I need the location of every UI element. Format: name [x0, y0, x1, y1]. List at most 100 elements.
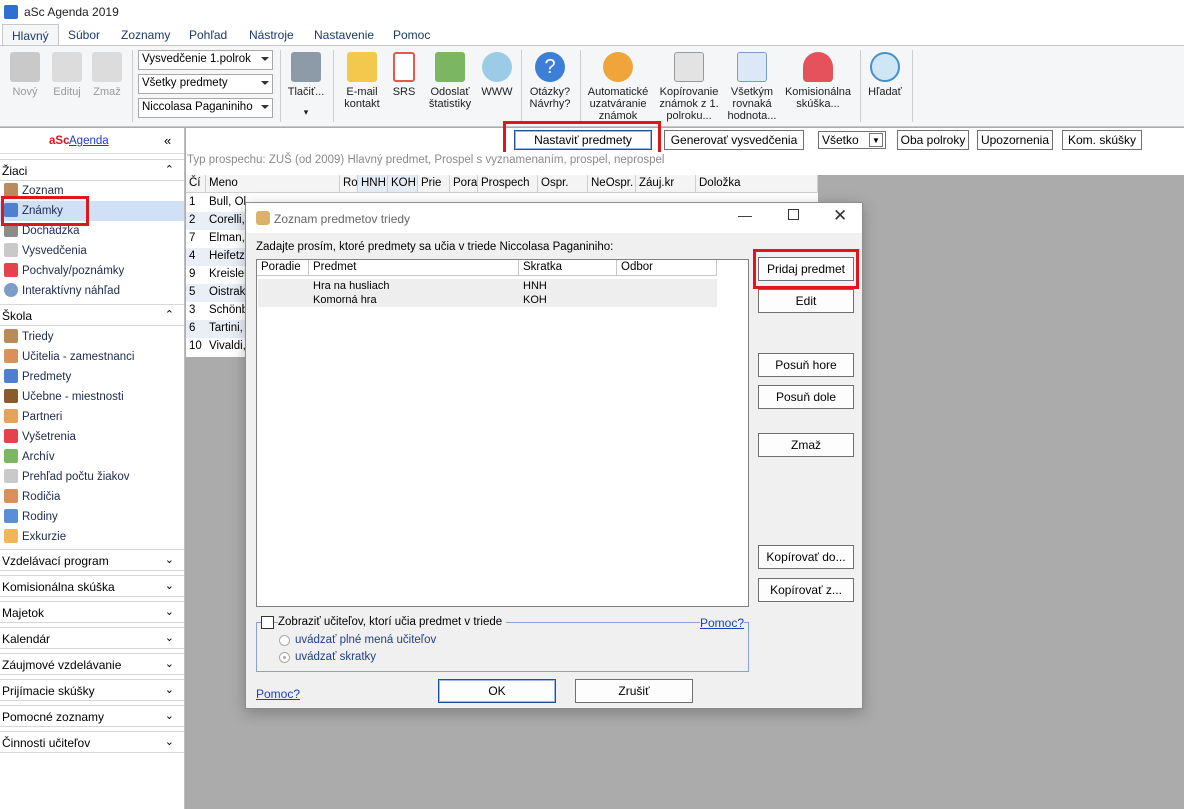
show-teachers-checkbox[interactable] — [261, 616, 274, 629]
copy-grades-button[interactable]: Kopírovanie známok z 1. polroku... — [656, 52, 722, 124]
section-entrance-exams[interactable]: Prijímacie skúšky ⌄ — [0, 679, 184, 701]
sidebar-item-parents[interactable]: Rodičia — [4, 487, 60, 507]
ribbon: Nový Edituj Zmaž Vysvedčenie 1.polrok Vš… — [0, 45, 1184, 127]
report-period-select[interactable]: Vysvedčenie 1.polrok — [138, 50, 273, 70]
abbreviations-label: uvádzať skratky — [295, 651, 377, 663]
col-koh[interactable]: KOH — [388, 175, 418, 193]
delete-subject-button[interactable]: Zmaž — [758, 433, 854, 457]
menu-hlavny[interactable]: Hlavný — [2, 24, 59, 46]
sidebar-item-excursions[interactable]: Exkurzie — [4, 527, 66, 547]
col-clause[interactable]: Doložka — [696, 175, 818, 193]
all-equal-button[interactable]: Všetkým rovnaká hodnota... — [724, 52, 780, 124]
menu-pomoc[interactable]: Pomoc — [393, 28, 430, 42]
generate-reports-button[interactable]: Generovať vysvedčenia — [664, 130, 804, 150]
section-interest-education[interactable]: Záujmové vzdelávanie ⌄ — [0, 653, 184, 675]
section-students[interactable]: Žiaci ⌃ — [0, 159, 184, 181]
section-curriculum[interactable]: Vzdelávací program ⌄ — [0, 549, 184, 571]
commission-exam-button[interactable]: Komisionálna skúška... — [784, 52, 852, 110]
edit-subject-button[interactable]: Edit — [758, 289, 854, 313]
menu-nastroje[interactable]: Nástroje — [249, 28, 294, 42]
new-button[interactable]: Nový — [6, 52, 44, 98]
class-select[interactable]: Niccolasa Paganiniho — [138, 98, 273, 118]
warnings-button[interactable]: Upozornenia — [977, 130, 1053, 150]
col-interest[interactable]: Záuj.kr — [636, 175, 696, 193]
full-names-radio[interactable] — [279, 635, 290, 646]
section-property[interactable]: Majetok ⌄ — [0, 601, 184, 623]
sidebar-item-classes[interactable]: Triedy — [4, 327, 54, 347]
filter-select[interactable]: Všetko ▼ — [818, 131, 886, 149]
move-down-button[interactable]: Posuň dole — [758, 385, 854, 409]
col-abbreviation[interactable]: Skratka — [519, 260, 617, 276]
teachers-help-link[interactable]: Pomoc? — [700, 616, 745, 630]
col-hnh[interactable]: HNH — [358, 175, 388, 193]
col-department[interactable]: Odbor — [617, 260, 717, 276]
col-result[interactable]: Prospech — [478, 175, 538, 193]
col-excused[interactable]: Ospr. — [538, 175, 588, 193]
crying-face-icon — [603, 52, 633, 82]
menu-nastavenie[interactable]: Nastavenie — [314, 28, 374, 42]
col-name[interactable]: Meno — [206, 175, 340, 193]
section-teacher-activities[interactable]: Činnosti učiteľov ⌄ — [0, 731, 184, 753]
help-link[interactable]: Pomoc? — [256, 687, 300, 701]
menu-subor[interactable]: Súbor — [68, 28, 100, 42]
sidebar-item-teachers[interactable]: Učitelia - zamestnanci — [4, 347, 134, 367]
sidebar-item-praises[interactable]: Pochvaly/poznámky — [4, 261, 124, 281]
col-number[interactable]: Čí — [186, 175, 206, 193]
collapse-sidebar-icon[interactable]: « — [164, 133, 171, 148]
subjects-select[interactable]: Všetky predmety — [138, 74, 273, 94]
send-statistics-button[interactable]: Odoslať štatistiky — [426, 52, 474, 110]
list-item[interactable]: Hra na husliach HNH — [258, 279, 717, 293]
section-calendar[interactable]: Kalendár ⌄ — [0, 627, 184, 649]
minimize-icon[interactable]: — — [738, 207, 752, 223]
print-button[interactable]: Tlačiť... ▾ — [286, 52, 326, 118]
col-unexcused[interactable]: NeOspr. — [588, 175, 636, 193]
sidebar-item-rooms[interactable]: Učebne - miestnosti — [4, 387, 124, 407]
auto-close-button[interactable]: Automatické uzatváranie známok — [584, 52, 652, 124]
list-item[interactable]: Komorná hra KOH — [258, 293, 717, 307]
menu-pohlad[interactable]: Pohľad — [189, 28, 227, 42]
questions-button[interactable]: ? Otázky? Návrhy? — [526, 52, 574, 110]
www-button[interactable]: WWW — [480, 52, 514, 98]
col-order[interactable]: Pora — [450, 175, 478, 193]
delete-button[interactable]: Zmaž — [88, 52, 126, 98]
archive-icon — [4, 449, 18, 463]
sidebar-item-report-cards[interactable]: Vysvedčenia — [4, 241, 87, 261]
srs-button[interactable]: SRS — [388, 52, 420, 98]
family-icon — [4, 509, 18, 523]
col-order[interactable]: Poradie — [257, 260, 309, 276]
sidebar-item-student-count[interactable]: Prehľad počtu žiakov — [4, 467, 130, 487]
search-button[interactable]: Hľadať — [864, 52, 906, 98]
section-helper-lists[interactable]: Pomocné zoznamy ⌄ — [0, 705, 184, 727]
sidebar-item-families[interactable]: Rodiny — [4, 507, 58, 527]
copy-to-button[interactable]: Kopírovať do... — [758, 545, 854, 569]
close-icon[interactable]: ✕ — [833, 206, 847, 226]
copy-from-button[interactable]: Kopírovať z... — [758, 578, 854, 602]
sidebar-item-interactive-preview[interactable]: Interaktívny náhľad — [4, 281, 120, 301]
col-year[interactable]: Ro — [340, 175, 358, 193]
chevron-down-icon: ⌄ — [164, 684, 174, 696]
email-button[interactable]: E-mail kontakt — [340, 52, 384, 110]
hospital-icon — [4, 429, 18, 443]
sidebar-item-partners[interactable]: Partneri — [4, 407, 62, 427]
section-commission-exam[interactable]: Komisionálna skúška ⌄ — [0, 575, 184, 597]
menu-zoznamy[interactable]: Zoznamy — [121, 28, 170, 42]
section-school[interactable]: Škola ⌃ — [0, 304, 184, 326]
move-up-button[interactable]: Posuň hore — [758, 353, 854, 377]
documents-icon — [674, 52, 704, 82]
logo-agenda-link[interactable]: Agenda — [69, 135, 109, 147]
sidebar-item-archive[interactable]: Archív — [4, 447, 55, 467]
edit-button[interactable]: Edituj — [48, 52, 86, 98]
both-semesters-button[interactable]: Oba polroky — [897, 130, 969, 150]
cancel-button[interactable]: Zrušiť — [575, 679, 693, 703]
chevron-up-icon: ⌃ — [164, 309, 174, 321]
col-average[interactable]: Prie — [418, 175, 450, 193]
commission-exams-button[interactable]: Kom. skúšky — [1062, 130, 1142, 150]
sidebar-item-examinations[interactable]: Vyšetrenia — [4, 427, 76, 447]
ok-button[interactable]: OK — [438, 679, 556, 703]
eye-icon — [4, 283, 18, 297]
abbreviations-radio[interactable] — [279, 652, 290, 663]
maximize-icon[interactable] — [788, 209, 799, 220]
sidebar-item-subjects[interactable]: Predmety — [4, 367, 71, 387]
col-subject[interactable]: Predmet — [309, 260, 519, 276]
edit-icon — [52, 52, 82, 82]
